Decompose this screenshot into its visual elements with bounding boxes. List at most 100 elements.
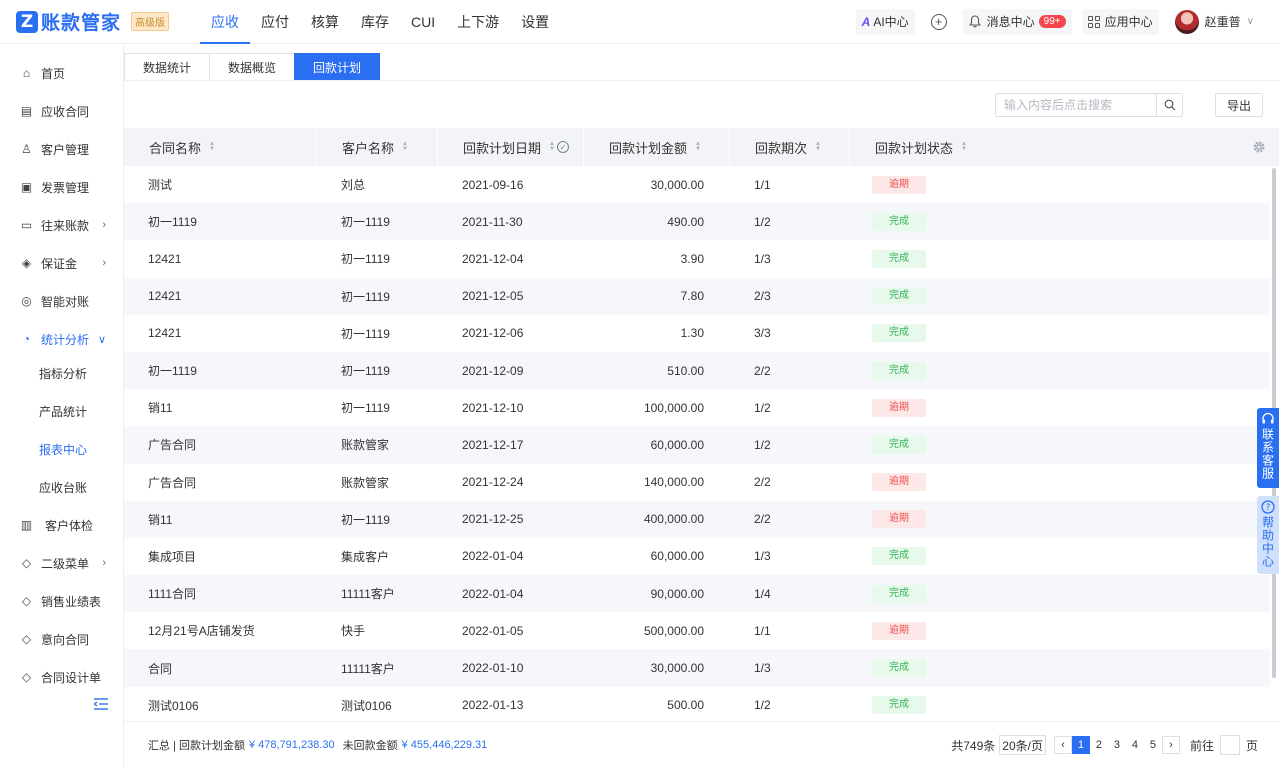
cell-contract-name: 1111合同	[148, 587, 197, 602]
cell-plan-date: 2021-12-17	[462, 437, 524, 452]
app-center-button[interactable]: 应用中心	[1081, 8, 1159, 35]
nav-accounting[interactable]: 核算	[300, 0, 350, 44]
goto-label: 前往	[1189, 738, 1214, 753]
ai-center-button[interactable]: A AI中心	[855, 8, 915, 35]
svg-text:?: ?	[1266, 503, 1271, 513]
chevron-right-icon: ›	[102, 219, 106, 231]
tab-data-overview[interactable]: 数据概览	[209, 53, 295, 81]
tab-payment-plan[interactable]: 回款计划	[294, 53, 381, 81]
collapse-sidebar-icon[interactable]	[93, 697, 109, 711]
nav-inventory[interactable]: 库存	[350, 0, 400, 44]
table-row[interactable]: 销11 初一1119 2021-12-10 100,000.00 1/2 逾期	[124, 389, 1270, 426]
add-button[interactable]: +	[925, 9, 953, 35]
sidebar-item-customers[interactable]: ♙ 客户管理	[0, 130, 124, 168]
cell-plan-amount: 1.30	[680, 326, 704, 341]
message-center-button[interactable]: 消息中心 99+	[962, 8, 1072, 35]
sidebar-item-deposit[interactable]: ◈ 保证金 ›	[0, 244, 124, 282]
status-badge: 逾期	[872, 510, 926, 529]
table-row[interactable]: 测试 刘总 2021-09-16 30,000.00 1/1 逾期	[124, 166, 1270, 203]
next-page-button[interactable]: ›	[1161, 736, 1180, 754]
nav-settings[interactable]: 设置	[510, 0, 560, 44]
page-button[interactable]: 5	[1143, 736, 1162, 754]
sort-icon: ▲ ▼	[209, 141, 215, 152]
table-row[interactable]: 12421 初一1119 2021-12-05 7.80 2/3 完成	[124, 277, 1270, 315]
status-badge: 逾期	[872, 473, 926, 492]
gear-icon[interactable]	[1252, 140, 1266, 154]
sidebar-sub-products[interactable]: 产品统计	[0, 392, 124, 430]
search-button[interactable]	[1156, 94, 1182, 116]
prev-page-button[interactable]: ‹	[1053, 736, 1072, 754]
grid-icon	[1087, 15, 1100, 28]
cell-period: 1/2	[754, 437, 771, 452]
table-row[interactable]: 广告合同 账款管家 2021-12-17 60,000.00 1/2 完成	[124, 426, 1270, 464]
sidebar-item-reconcile[interactable]: ◎ 智能对账	[0, 282, 124, 320]
table-row[interactable]: 广告合同 账款管家 2021-12-24 140,000.00 2/2 逾期	[124, 464, 1270, 501]
sidebar-item-submenu[interactable]: ◇ 二级菜单 ›	[0, 544, 124, 582]
sidebar-sub-indicators[interactable]: 指标分析	[0, 354, 124, 392]
column-plan-date[interactable]: 回款计划日期 ▲ ▼ ✓	[438, 128, 584, 166]
sidebar-item-sales-performance[interactable]: ◇ 销售业绩表	[0, 582, 124, 620]
message-count-badge: 99+	[1038, 15, 1066, 28]
sort-icon: ▲ ▼	[815, 141, 821, 152]
sidebar-sub-ledger[interactable]: 应收台账	[0, 468, 124, 506]
cell-contract-name: 测试	[148, 178, 173, 193]
goto-page-input[interactable]	[1219, 735, 1240, 755]
table-row[interactable]: 销11 初一1119 2021-12-25 400,000.00 2/2 逾期	[124, 500, 1270, 538]
table-row[interactable]: 初一1119 初一1119 2021-12-09 510.00 2/2 完成	[124, 351, 1270, 390]
cell-plan-date: 2022-01-04	[462, 586, 524, 601]
sidebar-sub-report-center[interactable]: 报表中心	[0, 430, 124, 468]
help-center-button[interactable]: ? 帮助中心	[1257, 496, 1279, 574]
cell-plan-amount: 7.80	[680, 289, 704, 304]
sidebar-item-label: 统计分析	[41, 332, 90, 347]
sidebar-item-accounts[interactable]: ▭ 往来账款 ›	[0, 206, 124, 244]
user-menu[interactable]: 赵重普 ∨	[1169, 9, 1280, 35]
page-button[interactable]: 3	[1107, 736, 1126, 754]
column-customer-name[interactable]: 客户名称 ▲ ▼	[317, 128, 438, 166]
diamond-icon: ◈	[21, 256, 32, 270]
nav-supply-chain[interactable]: 上下游	[446, 0, 510, 44]
page-button[interactable]: 1	[1071, 736, 1090, 754]
sidebar-item-statistics[interactable]: ◔ 统计分析 ∨	[0, 320, 124, 358]
filter-icon[interactable]: ✓	[556, 141, 569, 153]
column-contract-name[interactable]: 合同名称 ▲ ▼	[124, 128, 317, 166]
cell-customer-name: 11111客户	[341, 661, 395, 676]
table-row[interactable]: 测试0106 测试0106 2022-01-13 500.00 1/2 完成	[124, 687, 1270, 721]
app-center-label: 应用中心	[1104, 15, 1153, 29]
cell-period: 2/2	[754, 512, 771, 527]
table-row[interactable]: 初一1119 初一1119 2021-11-30 490.00 1/2 完成	[124, 203, 1270, 241]
logo[interactable]: Z 账款管家 高级版	[16, 8, 200, 35]
cell-contract-name: 12421	[148, 251, 182, 266]
cell-period: 1/1	[754, 623, 771, 638]
sidebar-item-home[interactable]: ⌂ 首页	[0, 54, 124, 92]
help-icon: ?	[1261, 500, 1275, 514]
search-input[interactable]	[996, 94, 1156, 116]
table-row[interactable]: 1111合同 11111客户 2022-01-04 90,000.00 1/4 完成	[124, 575, 1270, 613]
page-button[interactable]: 2	[1089, 736, 1108, 754]
sidebar-item-receivable-contract[interactable]: ▤ 应收合同	[0, 92, 124, 130]
wallet-icon: ▭	[20, 218, 33, 232]
table-row[interactable]: 12月21号A店铺发货 快手 2022-01-05 500,000.00 1/1 逾期	[124, 612, 1270, 649]
table-row[interactable]: 集成项目 集成客户 2022-01-04 60,000.00 1/3 完成	[124, 538, 1270, 575]
tab-data-statistics[interactable]: 数据统计	[124, 53, 210, 81]
export-button[interactable]: 导出	[1215, 93, 1263, 117]
sidebar-item-intent-contract[interactable]: ◇ 意向合同	[0, 620, 124, 658]
column-period[interactable]: 回款期次 ▲ ▼	[730, 128, 850, 166]
nav-payable[interactable]: 应付	[250, 0, 300, 44]
table-row[interactable]: 合同 11111客户 2022-01-10 30,000.00 1/3 完成	[124, 649, 1270, 687]
sidebar-item-contract-designer[interactable]: ◇ 合同设计单	[0, 658, 124, 696]
tag-icon: ◇	[21, 632, 32, 646]
page-size-select[interactable]: 20条/页	[999, 735, 1046, 755]
nav-receivable[interactable]: 应收	[200, 0, 250, 44]
contact-service-button[interactable]: 联系客服	[1257, 408, 1279, 488]
column-plan-status[interactable]: 回款计划状态 ▲ ▼	[850, 128, 1280, 166]
column-plan-amount[interactable]: 回款计划金额 ▲ ▼	[584, 128, 730, 166]
page-button[interactable]: 4	[1125, 736, 1144, 754]
table-row[interactable]: 12421 初一1119 2021-12-06 1.30 3/3 完成	[124, 315, 1270, 352]
main-content: 数据统计 数据概览 回款计划 导出 合同名称▲▼ 客户名称▲▼ 回款计划日期▲▼…	[124, 44, 1280, 768]
sidebar-item-label: 二级菜单	[41, 556, 90, 571]
nav-cui[interactable]: CUI	[400, 0, 446, 44]
sidebar-item-customer-check[interactable]: ▥ 客户体检	[0, 506, 124, 544]
avatar	[1174, 9, 1199, 34]
sidebar-item-invoices[interactable]: ▣ 发票管理	[0, 168, 124, 206]
table-row[interactable]: 12421 初一1119 2021-12-04 3.90 1/3 完成	[124, 240, 1270, 277]
